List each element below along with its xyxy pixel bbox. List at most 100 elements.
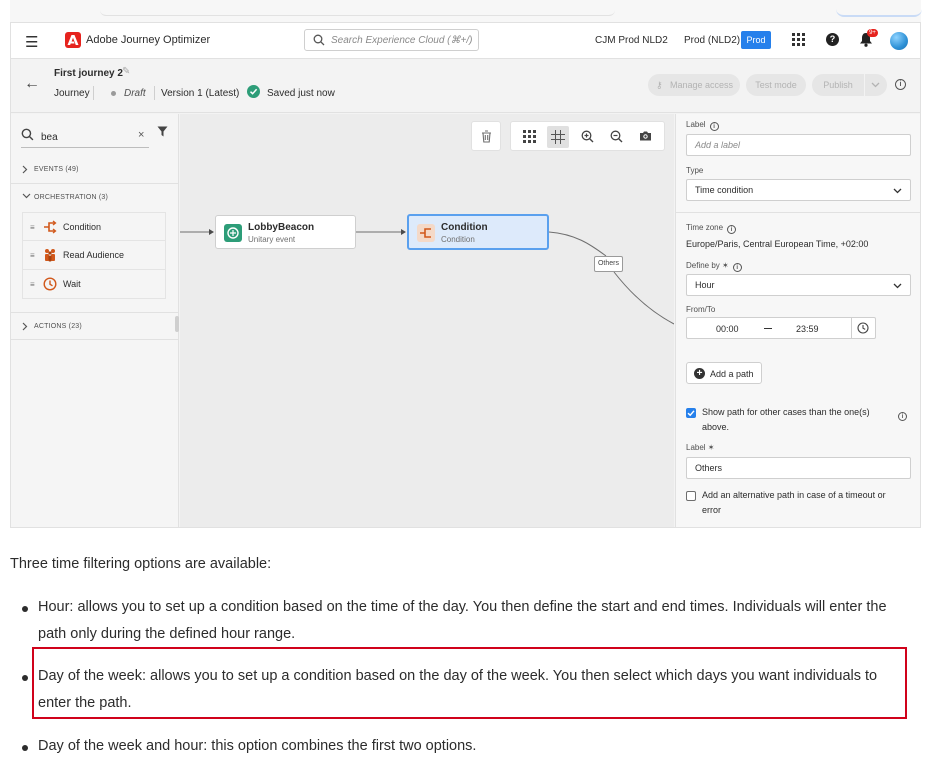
label-field-title: Label i — [686, 120, 719, 131]
activity-properties-panel: Label i Add a label Type Time condition T… — [675, 114, 920, 527]
section-orchestration[interactable]: ORCHESTRATION (3) — [11, 184, 179, 212]
to-time[interactable]: 23:59 — [796, 324, 819, 334]
info-icon[interactable]: i — [732, 263, 742, 272]
timeout-path-label: Add an alternative path in case of a tim… — [702, 490, 886, 515]
app-screenshot: ☰ Adobe Journey Optimizer Search Experie… — [10, 22, 921, 528]
show-other-path-label: Show path for other cases than the one(s… — [702, 407, 870, 432]
org-switcher[interactable]: CJM Prod NLD2 — [595, 35, 668, 46]
sandbox-badge: Prod — [741, 31, 771, 49]
journey-name: First journey 2 — [54, 68, 123, 79]
drag-handle-icon[interactable]: ≡ — [30, 251, 35, 260]
section-events[interactable]: EVENTS (49) — [11, 156, 179, 184]
define-by-select-value: Hour — [695, 280, 715, 290]
add-circle-icon: + — [694, 368, 705, 379]
user-avatar[interactable] — [890, 32, 908, 50]
adobe-logo-icon[interactable] — [65, 32, 81, 48]
define-by-title-text: Define by ✶ — [686, 261, 729, 270]
journey-node-lobbybeacon[interactable]: LobbyBeacon Unitary event — [215, 215, 356, 249]
browser-top-strip — [10, 0, 922, 22]
edit-pencil-icon[interactable]: ✎ — [122, 66, 130, 77]
clock-icon[interactable] — [857, 322, 869, 334]
chevron-down-icon — [893, 283, 902, 289]
connection-arrow — [209, 229, 214, 235]
test-mode-button[interactable]: Test mode — [746, 74, 806, 96]
define-by-title: Define by ✶ i — [686, 261, 742, 272]
from-time[interactable]: 00:00 — [716, 324, 739, 334]
info-icon[interactable]: i — [727, 225, 737, 234]
time-range-input[interactable]: 00:00 23:59 — [686, 317, 876, 339]
label-field-title-text: Label — [686, 120, 706, 129]
manage-access-button[interactable]: ⚷ Manage access — [648, 74, 740, 96]
pan-button[interactable] — [547, 126, 569, 148]
palette-search-input[interactable]: bea × — [21, 124, 149, 148]
info-icon[interactable]: i — [709, 122, 719, 131]
delete-button[interactable] — [471, 121, 501, 151]
section-actions-label: ACTIONS (23) — [34, 323, 82, 330]
zoom-in-button[interactable] — [577, 126, 599, 148]
sandbox-switcher[interactable]: Prod (NLD2) — [684, 35, 740, 46]
others-path-label[interactable]: Others — [594, 256, 623, 272]
add-path-label: Add a path — [710, 369, 754, 379]
screenshot-button[interactable] — [635, 126, 657, 148]
search-placeholder: Search Experience Cloud (⌘+/) — [331, 35, 473, 46]
journey-canvas[interactable]: LobbyBeacon Unitary event Condition Cond… — [180, 114, 674, 527]
section-orchestration-label: ORCHESTRATION (3) — [34, 194, 109, 201]
highlight-box — [32, 647, 907, 719]
palette-scrollbar[interactable] — [175, 316, 179, 332]
section-actions[interactable]: ACTIONS (23) — [11, 312, 179, 340]
info-icon[interactable]: i — [898, 404, 907, 422]
panel-divider — [676, 212, 920, 213]
drag-handle-icon[interactable]: ≡ — [30, 280, 35, 289]
publish-more-button[interactable] — [865, 74, 887, 96]
journey-node-condition[interactable]: Condition Condition — [407, 214, 549, 250]
timezone-value: Europe/Paris, Central European Time, +02… — [686, 239, 869, 249]
help-icon[interactable]: ? — [826, 33, 839, 46]
search-icon — [313, 34, 325, 46]
top-strip-pill — [836, 7, 922, 17]
auto-layout-button[interactable] — [519, 126, 541, 148]
journey-version: Version 1 (Latest) — [161, 88, 240, 99]
publish-button[interactable]: Publish — [812, 74, 864, 96]
palette-item-wait[interactable]: ≡ Wait — [22, 270, 166, 299]
palette-item-read-audience[interactable]: ≡ Read Audience — [22, 241, 166, 270]
type-select[interactable]: Time condition — [686, 179, 911, 201]
filter-icon[interactable] — [157, 126, 168, 137]
other-label-title: Label ✶ — [686, 443, 715, 452]
node-title: Condition — [441, 222, 488, 233]
top-strip-bar — [100, 8, 615, 16]
add-path-button[interactable]: + Add a path — [686, 362, 762, 384]
journey-status: Draft — [124, 88, 146, 99]
palette-item-condition[interactable]: ≡ Condition — [22, 212, 166, 241]
chevron-down-icon — [22, 193, 31, 199]
save-status: Saved just now — [267, 88, 335, 99]
timeout-path-checkbox[interactable] — [686, 491, 696, 501]
hamburger-menu-icon[interactable]: ☰ — [25, 33, 38, 51]
time-separator — [851, 318, 852, 338]
palette-item-label: Read Audience — [63, 250, 125, 260]
back-arrow-icon[interactable]: ← — [24, 75, 40, 93]
canvas-toolbar — [510, 121, 665, 151]
section-events-label: EVENTS (49) — [34, 166, 79, 173]
saved-checkmark-icon — [247, 85, 260, 98]
bullet-dot — [22, 675, 28, 681]
label-input[interactable]: Add a label — [686, 134, 911, 156]
doc-bullet-hour: Hour: allows you to set up a condition b… — [38, 599, 887, 642]
grid-dots-icon — [523, 130, 536, 143]
condition-icon — [417, 224, 435, 242]
define-by-select[interactable]: Hour — [686, 274, 911, 296]
drag-handle-icon[interactable]: ≡ — [30, 223, 35, 232]
info-icon[interactable]: i — [895, 79, 906, 90]
zoom-out-button[interactable] — [606, 126, 628, 148]
palette-search-value: bea — [41, 132, 58, 143]
other-label-input[interactable]: Others — [686, 457, 911, 479]
experience-cloud-search-input[interactable]: Search Experience Cloud (⌘+/) — [304, 29, 479, 51]
chevron-right-icon — [22, 322, 28, 331]
chevron-down-icon — [871, 82, 880, 88]
bullet-dot — [22, 606, 28, 612]
journey-connections — [180, 229, 674, 325]
timezone-title: Time zone i — [686, 223, 737, 234]
node-title: LobbyBeacon — [248, 222, 315, 233]
show-other-path-checkbox[interactable] — [686, 408, 696, 418]
clear-search-icon[interactable]: × — [138, 129, 144, 141]
apps-grid-icon[interactable] — [792, 33, 805, 46]
